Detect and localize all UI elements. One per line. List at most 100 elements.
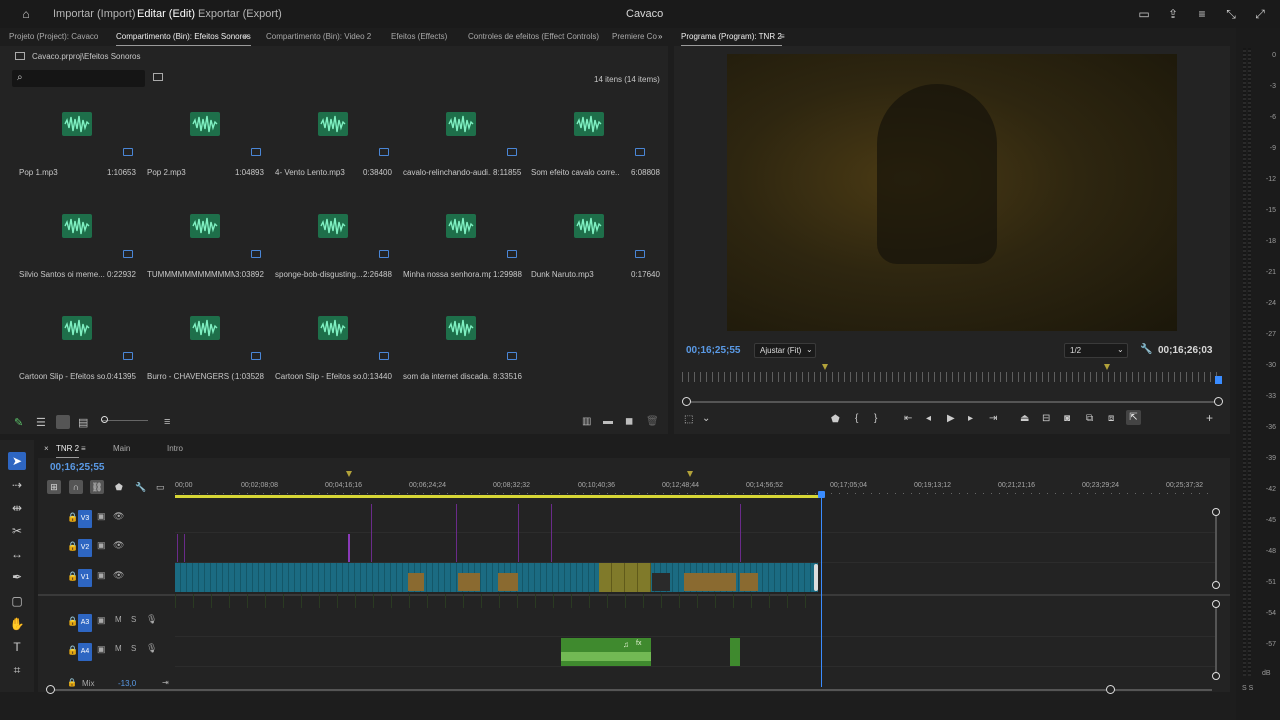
slip-tool-icon[interactable]: ↔ (8, 545, 26, 563)
eye-icon[interactable]: 👁 (113, 570, 124, 581)
new-search-bin-icon[interactable] (153, 73, 163, 81)
ripple-edit-tool-icon[interactable]: ⇹ (8, 499, 26, 517)
bin-item[interactable]: TUMMMMMMMMMMMM... 3:03892 (147, 200, 275, 300)
track-v1-label[interactable]: V1 (78, 569, 92, 587)
mute-button[interactable]: M (115, 644, 122, 653)
bin-item[interactable]: Silvio Santos oi meme... 0:22932 (19, 200, 147, 300)
solo-button[interactable]: S (131, 644, 136, 653)
tab-program[interactable]: Programa (Program): TNR 2 (681, 32, 782, 46)
new-item-icon[interactable]: ◼ (625, 416, 633, 427)
fit-dropdown[interactable]: Ajustar (Fit) ⌄ (754, 343, 816, 358)
v3-clip-marker[interactable] (456, 504, 457, 562)
menu-edit[interactable]: Editar (Edit) (137, 8, 195, 20)
v3-clip-marker[interactable] (371, 504, 372, 562)
menu-import[interactable]: Importar (Import) (53, 8, 136, 20)
lock-icon[interactable]: 🔒 (67, 616, 78, 627)
go-to-in-icon[interactable]: ⇤ (904, 413, 912, 424)
track-v2-label[interactable]: V2 (78, 539, 92, 557)
scroll-handle-right[interactable] (1106, 685, 1115, 694)
list-view-icon[interactable]: ☰ (36, 416, 46, 429)
workspaces-icon[interactable]: ≡ (1195, 7, 1209, 21)
meter-solo-buttons[interactable]: S S (1242, 685, 1253, 692)
timeline-playhead[interactable] (821, 492, 822, 687)
tab-bin-sounds[interactable]: Compartimento (Bin): Efeitos Sonoros (116, 32, 251, 46)
v1-yellow-clips[interactable] (599, 563, 651, 592)
sync-lock-icon[interactable]: ▣ (97, 615, 106, 626)
lock-icon[interactable]: 🔒 (67, 512, 78, 523)
compare-icon[interactable]: ⧉ (1086, 413, 1093, 424)
mute-button[interactable]: M (115, 615, 122, 624)
v2-clip-marker[interactable] (184, 534, 185, 562)
v3-clip-marker[interactable] (551, 504, 552, 562)
playhead-handle[interactable] (818, 491, 825, 498)
step-back-icon[interactable]: ◂ (926, 413, 931, 424)
program-menu-icon[interactable]: ≡ (780, 32, 785, 41)
camera-icon[interactable]: ◙ (1064, 413, 1070, 424)
chevron-down-icon[interactable]: ⌄ (702, 413, 710, 424)
bin-item[interactable]: sponge-bob-disgusting... 2:26488 (275, 200, 403, 300)
bin-item[interactable]: Dunk Naruto.mp3 0:17640 (531, 200, 660, 300)
audio-vertical-scrollbar[interactable] (1215, 606, 1217, 676)
lock-icon[interactable]: 🔒 (67, 541, 78, 552)
program-playhead[interactable] (1215, 376, 1222, 384)
work-area-bar[interactable] (175, 495, 821, 498)
track-select-tool-icon[interactable]: ⇢ (8, 476, 26, 494)
horizontal-scrollbar[interactable] (50, 689, 1212, 691)
track-v3-label[interactable]: V3 (78, 510, 92, 528)
icon-view-icon[interactable] (56, 415, 70, 429)
wrench-icon[interactable]: 🔧 (1140, 344, 1152, 355)
type-tool-icon[interactable]: T (8, 638, 26, 656)
marker-icon[interactable] (1104, 364, 1110, 370)
add-button-icon[interactable]: + (1206, 411, 1213, 425)
v2-clip-marker[interactable] (348, 534, 350, 562)
freeform-view-icon[interactable]: ▤ (78, 416, 88, 429)
bin-item[interactable]: Cartoon Slip - Efeitos so... 0:41395 (19, 302, 147, 402)
caption-tool-icon[interactable]: ⌗ (8, 661, 26, 679)
mix-end-icon[interactable]: ⇥ (162, 678, 169, 687)
lock-icon[interactable]: 🔒 (67, 571, 78, 582)
step-forward-icon[interactable]: ▸ (968, 413, 973, 424)
pencil-icon[interactable]: ✎ (14, 416, 23, 429)
expand-icon[interactable]: ⤡ (1224, 7, 1238, 21)
a4-audio-clip[interactable]: ♫ fx (561, 638, 651, 666)
sort-icon[interactable]: ≡ (164, 416, 170, 428)
home-icon[interactable]: ⌂ (19, 7, 33, 21)
sync-lock-icon[interactable]: ▣ (97, 644, 106, 655)
vr-icon[interactable]: ⧈ (1108, 413, 1114, 424)
video-vertical-scrollbar[interactable] (1215, 512, 1217, 586)
pen-tool-icon[interactable]: ✒ (8, 568, 26, 586)
lock-icon[interactable]: 🔒 (67, 645, 78, 656)
bin-item[interactable]: Cartoon Slip - Efeitos so... 0:13440 (275, 302, 403, 402)
zoom-bar[interactable] (682, 401, 1222, 403)
track-a3-label[interactable]: A3 (78, 614, 92, 632)
zoom-slider-handle[interactable] (101, 416, 108, 423)
v3-clip-marker[interactable] (518, 504, 519, 562)
razor-tool-icon[interactable]: ✂ (8, 522, 26, 540)
bin-item[interactable]: som da internet discada... 8:33516 (403, 302, 531, 402)
sync-lock-icon[interactable]: ▣ (97, 570, 106, 581)
mark-in-icon[interactable]: { (855, 413, 858, 424)
rectangle-tool-icon[interactable]: ▢ (8, 592, 26, 610)
microphone-icon[interactable]: 🎙 (146, 614, 157, 625)
share-icon[interactable]: ⇪ (1166, 7, 1180, 21)
solo-button[interactable]: S (131, 615, 136, 624)
panel-layout-icon[interactable]: ▭ (1137, 7, 1151, 21)
mark-out-icon[interactable]: } (874, 413, 877, 424)
extract-icon[interactable]: ⊟ (1042, 413, 1050, 424)
tab-premiere[interactable]: Premiere Co (612, 32, 657, 41)
bin-item[interactable]: Pop 1.mp3 1:10653 (19, 98, 147, 198)
sync-lock-icon[interactable]: ▣ (97, 511, 106, 522)
fullscreen-icon[interactable]: ⤢ (1253, 7, 1267, 21)
selection-tool-icon[interactable]: ➤ (8, 452, 26, 470)
marker-icon[interactable] (687, 471, 693, 477)
zoom-handle-left[interactable] (682, 397, 691, 406)
bin-item[interactable]: Burro - CHAVENGERS (... 1:03528 (147, 302, 275, 402)
bin-item[interactable]: cavalo-relinchando-audi... 8:11855 (403, 98, 531, 198)
trash-icon[interactable]: 🗑 (646, 416, 659, 427)
track-a4-label[interactable]: A4 (78, 643, 92, 661)
vscroll-handle[interactable] (1212, 600, 1220, 608)
resolution-dropdown[interactable]: 1/2 ⌄ (1064, 343, 1128, 358)
program-ruler[interactable] (682, 372, 1218, 382)
tab-bin-video2[interactable]: Compartimento (Bin): Video 2 (266, 32, 371, 41)
new-bin-icon[interactable]: ▬ (603, 416, 613, 427)
